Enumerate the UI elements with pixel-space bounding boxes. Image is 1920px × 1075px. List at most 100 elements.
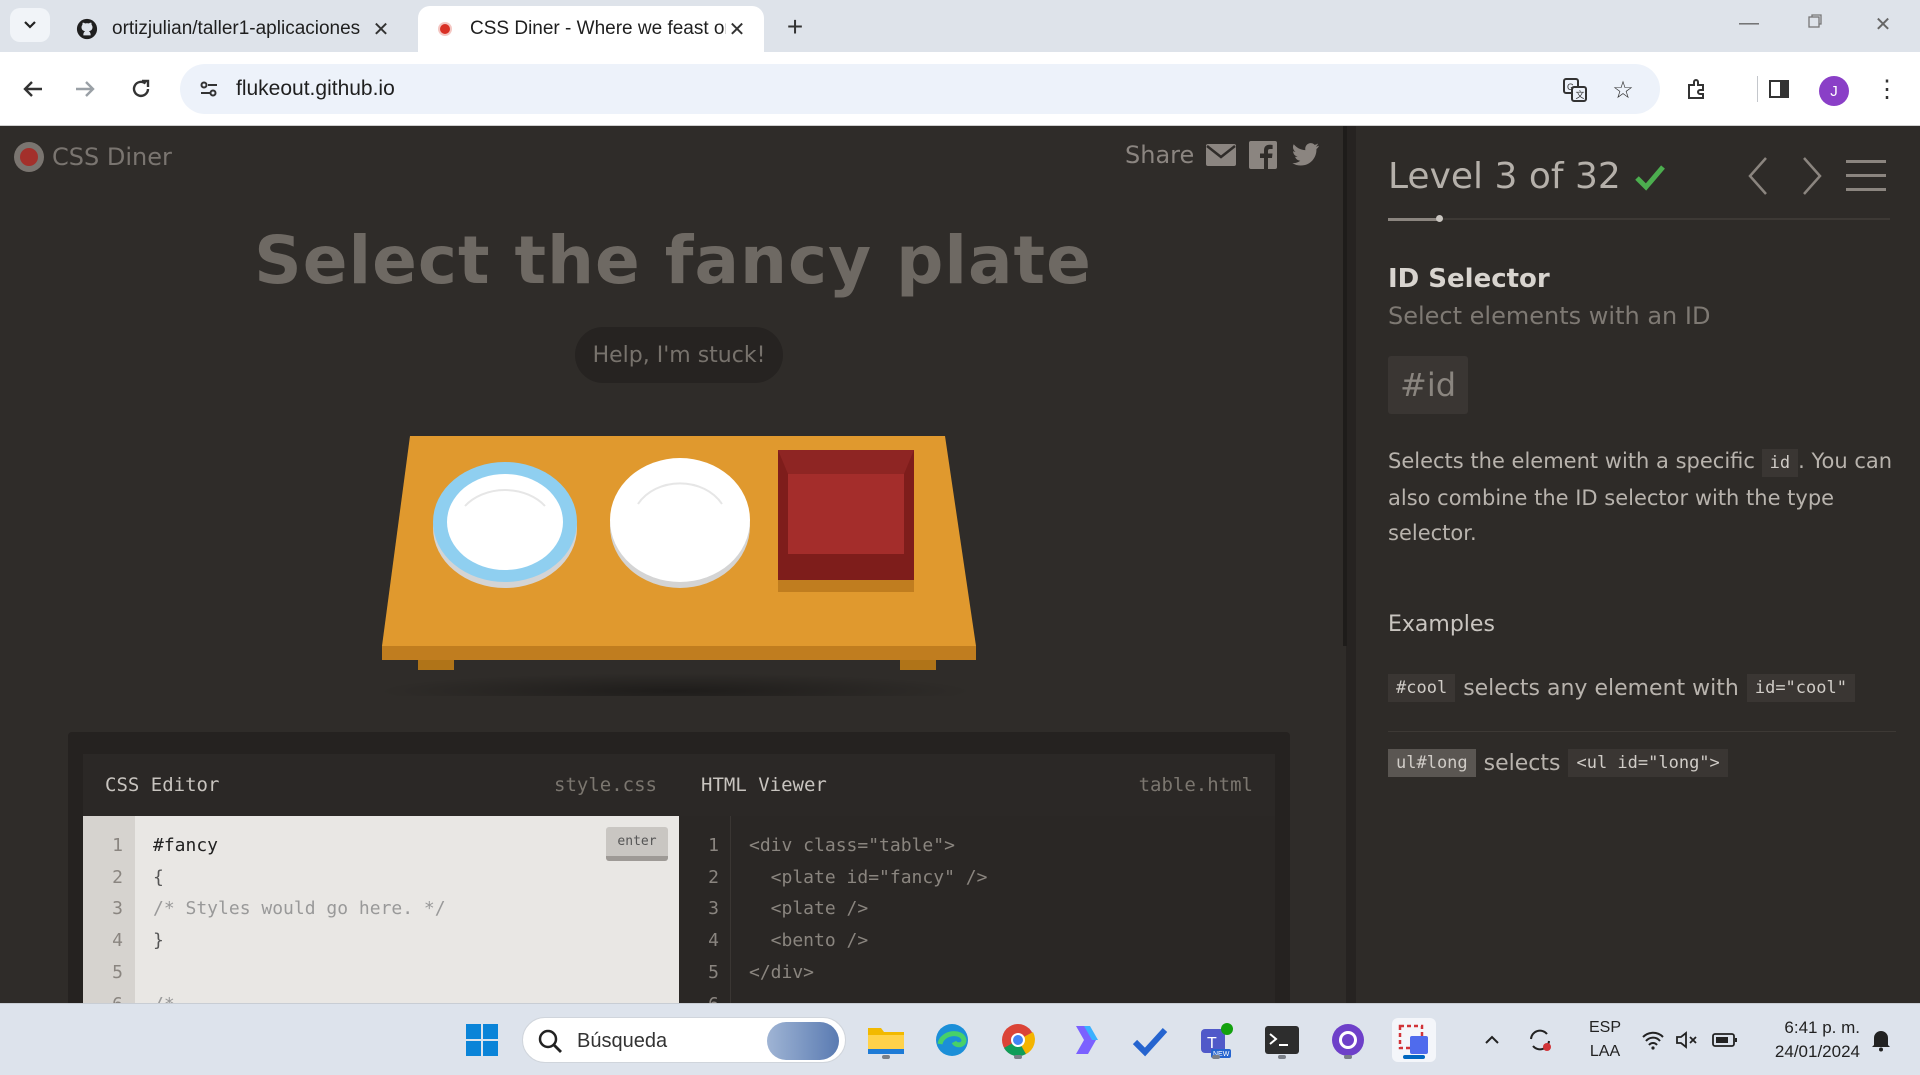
fancy-plate[interactable]	[433, 462, 577, 588]
html-code-line[interactable]: <plate />	[749, 898, 869, 919]
wifi-icon[interactable]	[1638, 1004, 1668, 1075]
bookmark-star-icon[interactable]: ☆	[1608, 76, 1638, 104]
share-label: Share	[1125, 141, 1195, 169]
html-code-line[interactable]: <div class="table">	[749, 835, 955, 856]
html-code-line[interactable]: </div>	[749, 962, 814, 983]
previous-level-icon[interactable]	[1738, 156, 1778, 196]
input-language[interactable]: ESP LAA	[1580, 1016, 1630, 1064]
css-editor-header: CSS Editor style.css	[83, 754, 679, 816]
translate-icon[interactable]: G文	[1560, 76, 1590, 104]
search-icon	[538, 1029, 562, 1053]
share-bar: Share	[1125, 140, 1320, 170]
side-panel-icon[interactable]	[1762, 72, 1796, 106]
line-number: 5	[708, 962, 719, 983]
html-code-line[interactable]: <bento />	[749, 930, 869, 951]
taskbar-search-field[interactable]: Búsqueda	[522, 1017, 846, 1063]
close-tab-icon[interactable]: ✕	[726, 17, 748, 42]
css-input[interactable]: #fancy	[153, 835, 218, 856]
line-number: 3	[708, 898, 719, 919]
minimize-icon[interactable]: —	[1734, 12, 1764, 38]
notification-bell-icon[interactable]	[1866, 1004, 1896, 1075]
css-diner-icon	[434, 18, 456, 40]
snipping-tool-icon[interactable]	[1392, 1018, 1436, 1062]
example-text: selects any element with	[1463, 675, 1739, 701]
next-level-icon[interactable]	[1792, 156, 1832, 196]
tab-search-button[interactable]	[10, 8, 50, 42]
sync-icon[interactable]	[1520, 1004, 1560, 1075]
line-number: 2	[112, 867, 123, 888]
css-file-name: style.css	[554, 774, 657, 796]
restore-icon[interactable]	[1800, 12, 1830, 38]
volume-muted-icon[interactable]	[1672, 1004, 1702, 1075]
profile-avatar[interactable]: J	[1819, 76, 1849, 106]
css-code-line: /* Styles would go here. */	[153, 898, 446, 919]
close-tab-icon[interactable]: ✕	[370, 17, 392, 42]
back-icon[interactable]	[16, 72, 50, 106]
css-editor-pane[interactable]: 1 2 3 4 5 6 #fancy { /* Styles would go …	[83, 816, 679, 1003]
facebook-icon[interactable]	[1248, 140, 1278, 170]
svg-text:G: G	[1567, 82, 1574, 92]
css-editor-title: CSS Editor	[105, 774, 220, 796]
tab-bar: ortizjulian/taller1-aplicaciones ✕ CSS D…	[0, 0, 1920, 52]
progress-fill	[1388, 218, 1440, 221]
github-icon	[76, 18, 98, 40]
checkmark-icon	[1635, 164, 1665, 191]
html-file-name: table.html	[1138, 774, 1253, 796]
level-progress-bar	[1388, 215, 1890, 222]
todo-icon[interactable]	[1128, 1018, 1172, 1062]
terminal-icon[interactable]	[1260, 1018, 1304, 1062]
tab-css-diner[interactable]: CSS Diner - Where we feast on CSS Select…	[418, 6, 764, 52]
copilot-icon[interactable]	[1062, 1018, 1106, 1062]
example-code: <ul id="long">	[1568, 749, 1728, 777]
bento[interactable]	[778, 450, 914, 592]
html-viewer-header: HTML Viewer table.html	[679, 754, 1275, 816]
file-explorer-icon[interactable]	[864, 1018, 908, 1062]
logo[interactable]: CSS Diner	[14, 142, 172, 172]
line-number: 6	[83, 994, 123, 1003]
chrome-icon[interactable]	[996, 1018, 1040, 1062]
svg-text:文: 文	[1576, 89, 1585, 100]
language-code: ESP	[1588, 1019, 1621, 1036]
tab-github[interactable]: ortizjulian/taller1-aplicaciones ✕	[60, 6, 408, 52]
new-tab-button[interactable]: +	[778, 10, 812, 44]
html-code-line[interactable]: <plate id="fancy" />	[749, 867, 988, 888]
selector-title: Select elements with an ID	[1388, 302, 1711, 330]
line-number: 5	[112, 962, 123, 983]
example-item: ul#long selects <ul id="long">	[1388, 749, 1728, 777]
page-content: CSS Diner Share Select the fancy plate H…	[0, 126, 1920, 1003]
windows-start-icon[interactable]	[460, 1018, 504, 1062]
diner-logo-icon	[14, 142, 44, 172]
reload-icon[interactable]	[124, 72, 158, 106]
github-desktop-icon[interactable]	[1326, 1018, 1370, 1062]
html-viewer-title: HTML Viewer	[701, 774, 827, 796]
extensions-icon[interactable]	[1680, 72, 1714, 106]
level-menu-icon[interactable]	[1846, 160, 1886, 194]
example-code: #cool	[1388, 674, 1456, 702]
battery-icon[interactable]	[1708, 1004, 1742, 1075]
tab-title: ortizjulian/taller1-aplicaciones	[112, 18, 361, 39]
close-window-icon[interactable]: ✕	[1868, 12, 1898, 38]
teams-icon[interactable]: T NEW	[1194, 1018, 1238, 1062]
example-code: ul#long	[1388, 749, 1476, 777]
forward-icon[interactable]	[68, 72, 102, 106]
tab-title: CSS Diner - Where we feast on CSS Select…	[470, 18, 726, 39]
plate[interactable]	[610, 458, 750, 588]
system-clock[interactable]: 6:41 p. m. 24/01/2024	[1760, 1016, 1860, 1064]
enter-button[interactable]: enter	[606, 827, 668, 861]
scrollbar[interactable]	[1343, 126, 1347, 646]
help-button[interactable]: Help, I'm stuck!	[575, 327, 783, 383]
game-area: CSS Diner Share Select the fancy plate H…	[0, 126, 1346, 1003]
edge-icon[interactable]	[930, 1018, 974, 1062]
show-hidden-icons[interactable]	[1472, 1004, 1512, 1075]
logo-text: CSS Diner	[52, 143, 172, 171]
email-icon[interactable]	[1206, 140, 1237, 170]
twitter-icon[interactable]	[1290, 140, 1320, 170]
example-item: #cool selects any element with id="cool"	[1388, 674, 1855, 702]
site-settings-icon[interactable]	[196, 76, 222, 102]
example-divider	[1388, 731, 1896, 732]
line-number: 4	[708, 930, 719, 951]
line-number: 6	[679, 994, 719, 1003]
address-field[interactable]: flukeout.github.io G文 ☆	[180, 64, 1660, 114]
search-highlight-image	[767, 1022, 839, 1060]
browser-menu-icon[interactable]: ⋮	[1870, 72, 1904, 106]
